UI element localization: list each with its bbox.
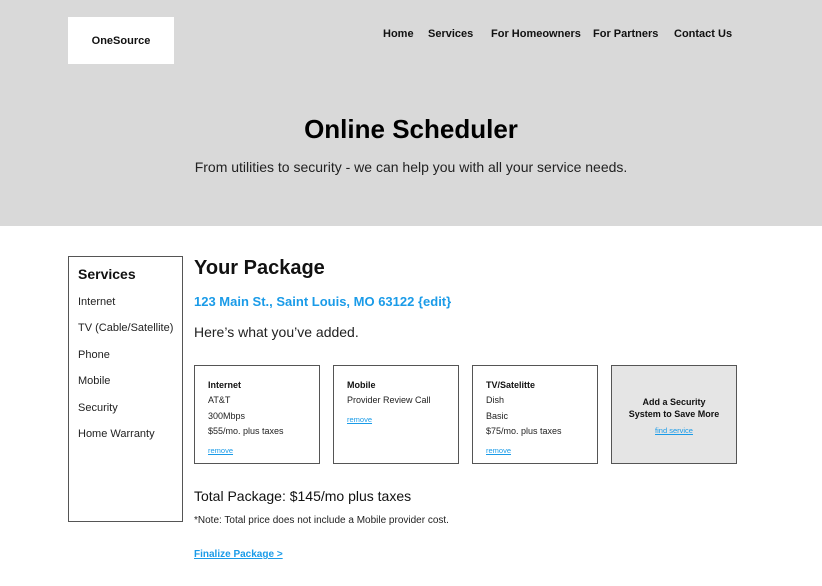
page-subtitle: From utilities to security - we can help… <box>194 159 628 175</box>
package-card-internet: Internet AT&T 300Mbps $55/mo. plus taxes… <box>194 365 320 464</box>
package-total: Total Package: $145/mo plus taxes <box>194 488 412 504</box>
sidebar-item-internet[interactable]: Internet <box>78 296 173 322</box>
nav-for-homeowners[interactable]: For Homeowners <box>491 28 581 40</box>
page-title: Online Scheduler <box>304 114 518 144</box>
sidebar-item-mobile[interactable]: Mobile <box>78 375 173 401</box>
package-intro: Here’s what you’ve added. <box>194 324 359 340</box>
nav-services[interactable]: Services <box>428 28 473 40</box>
sidebar-item-home-warranty[interactable]: Home Warranty <box>78 428 173 454</box>
hero-banner: OneSource Home Services For Homeowners F… <box>0 0 822 226</box>
card-title: Mobile <box>347 380 376 390</box>
main-nav: Home Services For Homeowners For Partner… <box>0 28 822 42</box>
find-service-link[interactable]: find service <box>655 426 693 435</box>
nav-contact-us[interactable]: Contact Us <box>674 28 732 40</box>
card-provider: Dish <box>486 395 505 405</box>
services-sidebar: Services Internet TV (Cable/Satellite) P… <box>68 256 183 522</box>
card-provider: AT&T <box>208 395 231 405</box>
card-plan: Basic <box>486 410 509 421</box>
promo-title-line2: System to Save More <box>628 408 720 419</box>
remove-mobile-link[interactable]: remove <box>347 415 372 424</box>
package-card-mobile: Mobile Provider Review Call remove <box>333 365 459 464</box>
sidebar-item-security[interactable]: Security <box>78 402 173 428</box>
card-plan: 300Mbps <box>208 410 246 421</box>
card-title: Internet <box>208 380 242 390</box>
card-price: $55/mo. plus taxes <box>208 426 284 436</box>
finalize-package-link[interactable]: Finalize Package > <box>194 549 283 560</box>
package-note: *Note: Total price does not include a Mo… <box>194 515 449 526</box>
promo-title-line1: Add a Security <box>642 397 706 407</box>
card-plan: Provider Review Call <box>347 395 431 405</box>
package-card-tv: TV/Satelitte Dish Basic $75/mo. plus tax… <box>472 365 598 464</box>
card-price: $75/mo. plus taxes <box>486 426 562 436</box>
promo-card-security: Add a Security System to Save More find … <box>611 365 737 464</box>
nav-for-partners[interactable]: For Partners <box>593 28 658 40</box>
sidebar-list: Internet TV (Cable/Satellite) Phone Mobi… <box>78 296 173 454</box>
address-edit-link[interactable]: 123 Main St., Saint Louis, MO 63122 {edi… <box>194 294 451 309</box>
remove-internet-link[interactable]: remove <box>208 446 233 455</box>
sidebar-title: Services <box>78 266 136 282</box>
sidebar-item-phone[interactable]: Phone <box>78 349 173 375</box>
card-title: TV/Satelitte <box>486 380 536 390</box>
package-title: Your Package <box>194 257 325 279</box>
sidebar-item-tv[interactable]: TV (Cable/Satellite) <box>78 322 173 348</box>
nav-home[interactable]: Home <box>383 28 414 40</box>
remove-tv-link[interactable]: remove <box>486 446 511 455</box>
